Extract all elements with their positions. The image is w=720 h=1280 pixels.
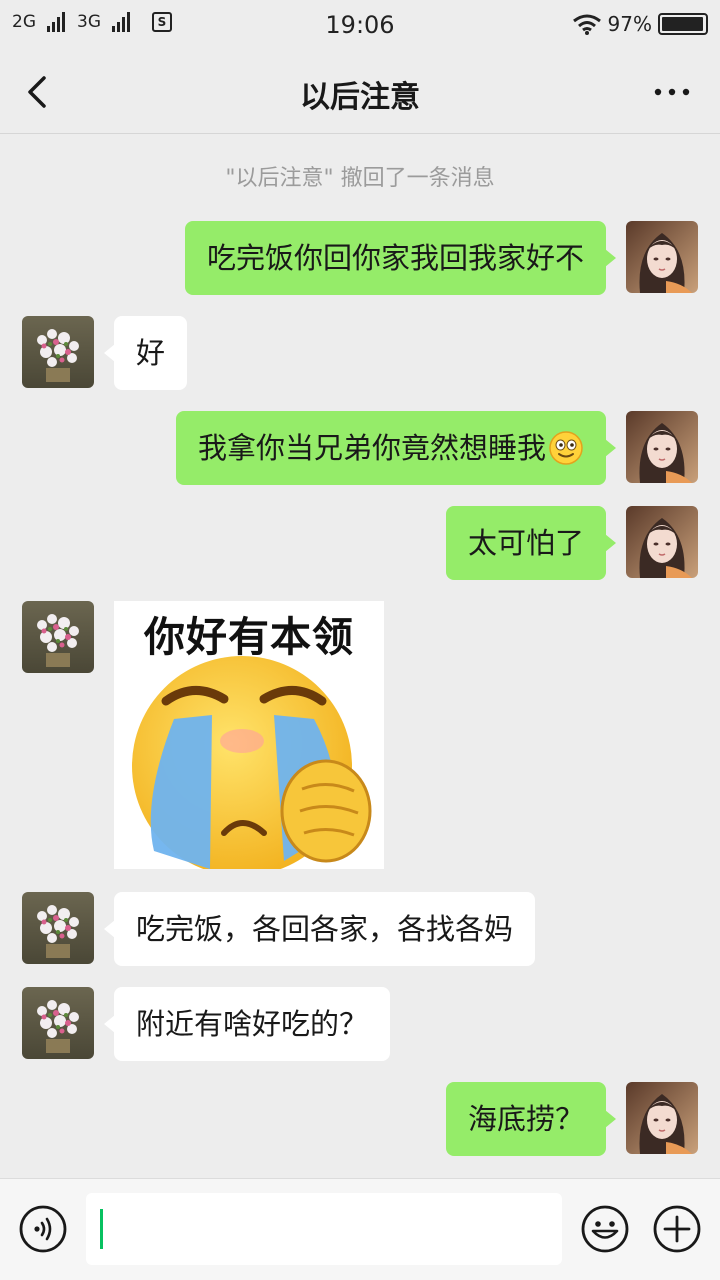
contact-avatar[interactable]: [22, 892, 94, 964]
wifi-icon: [572, 14, 601, 35]
recall-notice: "以后注意" 撤回了一条消息: [225, 166, 495, 191]
battery-percent: 97%: [607, 12, 652, 36]
contact-avatar[interactable]: [22, 601, 94, 673]
more-dots-icon[interactable]: [654, 78, 690, 106]
battery-icon: [658, 13, 708, 35]
status-right: 97%: [572, 12, 708, 36]
my-avatar[interactable]: [626, 1082, 698, 1154]
crying-face-sticker-icon: [132, 656, 372, 869]
contact-avatar[interactable]: [22, 316, 94, 388]
input-bar: [0, 1178, 720, 1280]
message-bubble-outgoing[interactable]: 吃完饭你回你家我回我家好不: [184, 221, 617, 295]
message-input[interactable]: [86, 1193, 562, 1265]
my-avatar[interactable]: [626, 506, 698, 578]
emoji-icon[interactable]: [580, 1204, 630, 1254]
sticker-message[interactable]: 你好有本领: [114, 601, 384, 869]
message-bubble-outgoing[interactable]: 海底捞？: [445, 1082, 617, 1156]
message-bubble-outgoing[interactable]: 我拿你当兄弟你竟然想睡我: [175, 411, 617, 485]
my-avatar[interactable]: [626, 411, 698, 483]
message-bubble-incoming[interactable]: 吃完饭，各回各家，各找各妈: [103, 892, 536, 966]
chat-header: 以后注意: [0, 50, 720, 134]
my-avatar[interactable]: [626, 221, 698, 293]
text-caret: [100, 1209, 103, 1249]
plus-icon[interactable]: [652, 1204, 702, 1254]
message-text: 我拿你当兄弟你竟然想睡我: [197, 431, 546, 465]
voice-icon[interactable]: [18, 1204, 68, 1254]
message-bubble-outgoing[interactable]: 太可怕了: [445, 506, 617, 580]
message-bubble-incoming[interactable]: 附近有啥好吃的？: [103, 987, 391, 1061]
awkward-smile-emoji-icon: [549, 431, 583, 465]
contact-avatar[interactable]: [22, 987, 94, 1059]
battery-fill: [662, 17, 703, 31]
message-bubble-incoming[interactable]: 好: [103, 316, 188, 390]
status-bar: 2G 3G S 19:06 97%: [0, 0, 720, 50]
chat-title: 以后注意: [300, 80, 420, 115]
